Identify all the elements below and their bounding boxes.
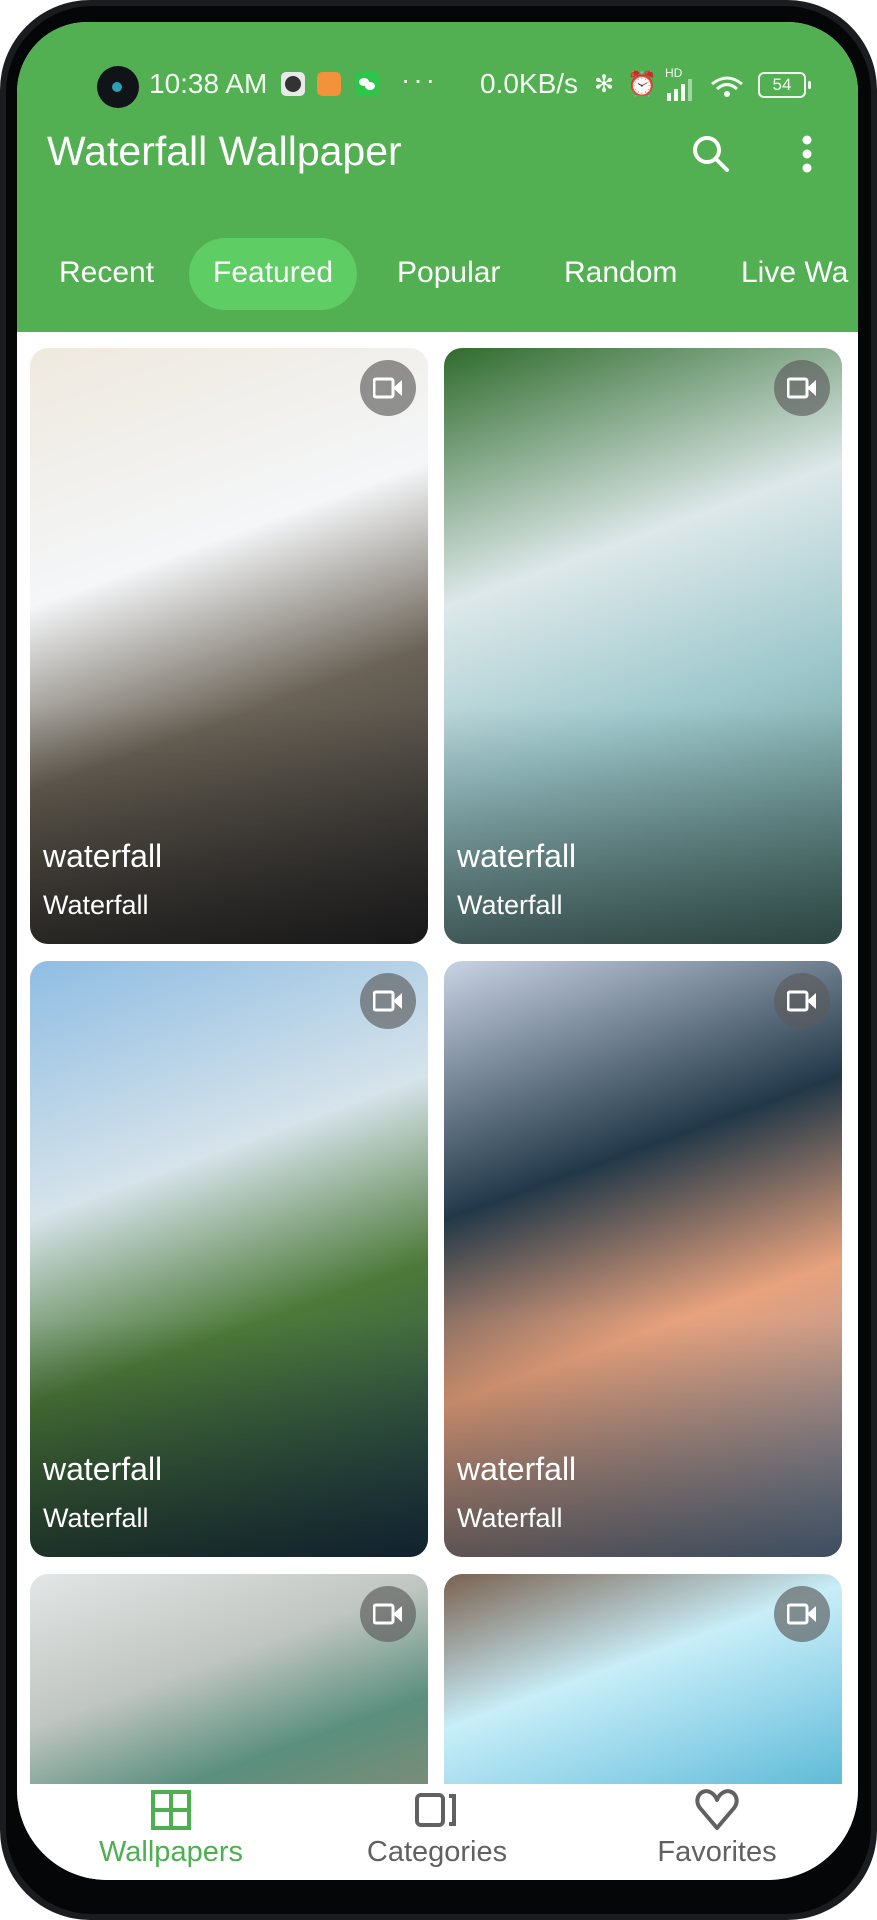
battery-icon: 54 (758, 72, 811, 98)
wallpaper-name: waterfall (43, 838, 163, 874)
screen: 10:38 AM ··· 0.0KB/s ✻ ⏰ HD 54 Waterfall… (17, 22, 858, 1880)
wallpaper-name: waterfall (457, 1451, 577, 1487)
video-badge (360, 973, 416, 1029)
status-time: 10:38 AM (149, 68, 268, 99)
orange-app-icon (317, 72, 341, 96)
heart-icon (695, 1789, 739, 1830)
wallpaper-card[interactable]: waterfall Waterfall (444, 348, 842, 944)
wallpaper-card[interactable]: waterfall Waterfall (444, 961, 842, 1557)
more-options-button[interactable] (795, 130, 843, 178)
video-camera-icon (373, 1603, 402, 1625)
clock-app-icon (281, 72, 305, 96)
video-badge (774, 1586, 830, 1642)
video-camera-icon (787, 990, 816, 1012)
wallpaper-card[interactable]: waterfall Waterfall (30, 348, 428, 944)
search-button[interactable] (687, 130, 735, 178)
video-camera-icon (373, 377, 402, 399)
video-badge (360, 360, 416, 416)
tab-popular[interactable]: Popular (373, 238, 524, 310)
bottom-navigation: Wallpapers Categories Favorites (17, 1784, 858, 1880)
video-camera-icon (787, 377, 816, 399)
search-icon (693, 136, 729, 172)
grid-icon (151, 1790, 191, 1830)
wallpaper-category: Waterfall (43, 1503, 149, 1533)
app-bar: 10:38 AM ··· 0.0KB/s ✻ ⏰ HD 54 Waterfall… (17, 22, 858, 332)
nav-label: Favorites (657, 1836, 777, 1868)
wallpaper-category: Waterfall (457, 890, 563, 920)
video-badge (774, 973, 830, 1029)
video-badge (360, 1586, 416, 1642)
video-camera-icon (787, 1603, 816, 1625)
video-camera-icon (373, 990, 402, 1012)
signal-icon (667, 76, 695, 108)
wallpaper-name: waterfall (457, 838, 577, 874)
front-camera (97, 66, 139, 108)
nav-wallpapers[interactable]: Wallpapers (31, 1784, 311, 1880)
nav-favorites[interactable]: Favorites (577, 1784, 857, 1880)
wifi-icon (709, 74, 745, 107)
bluetooth-icon: ✻ (594, 71, 615, 98)
wallpaper-category: Waterfall (457, 1503, 563, 1533)
nav-label: Wallpapers (99, 1836, 243, 1868)
nav-categories[interactable]: Categories (297, 1784, 577, 1880)
more-notifications: ··· (401, 64, 438, 95)
status-bar: 10:38 AM ··· 0.0KB/s ✻ ⏰ HD 54 (17, 62, 858, 108)
wechat-icon (355, 72, 379, 96)
alarm-icon: ⏰ (627, 71, 657, 98)
wallpaper-card[interactable]: waterfall Waterfall (30, 961, 428, 1557)
tab-live-wallpapers[interactable]: Live Wa (717, 238, 858, 310)
app-title: Waterfall Wallpaper (47, 128, 402, 174)
nav-label: Categories (366, 1836, 508, 1868)
more-vert-icon (802, 135, 812, 173)
categories-icon (415, 1793, 456, 1827)
net-speed: 0.0KB/s (480, 68, 579, 99)
tab-featured[interactable]: Featured (189, 238, 358, 310)
video-badge (774, 360, 830, 416)
wallpaper-name: waterfall (43, 1451, 163, 1487)
tab-recent[interactable]: Recent (35, 238, 178, 310)
wallpaper-category: Waterfall (43, 890, 149, 920)
tab-random[interactable]: Random (540, 238, 701, 310)
tab-bar: Recent Featured Popular Random Live Wa (17, 238, 858, 310)
